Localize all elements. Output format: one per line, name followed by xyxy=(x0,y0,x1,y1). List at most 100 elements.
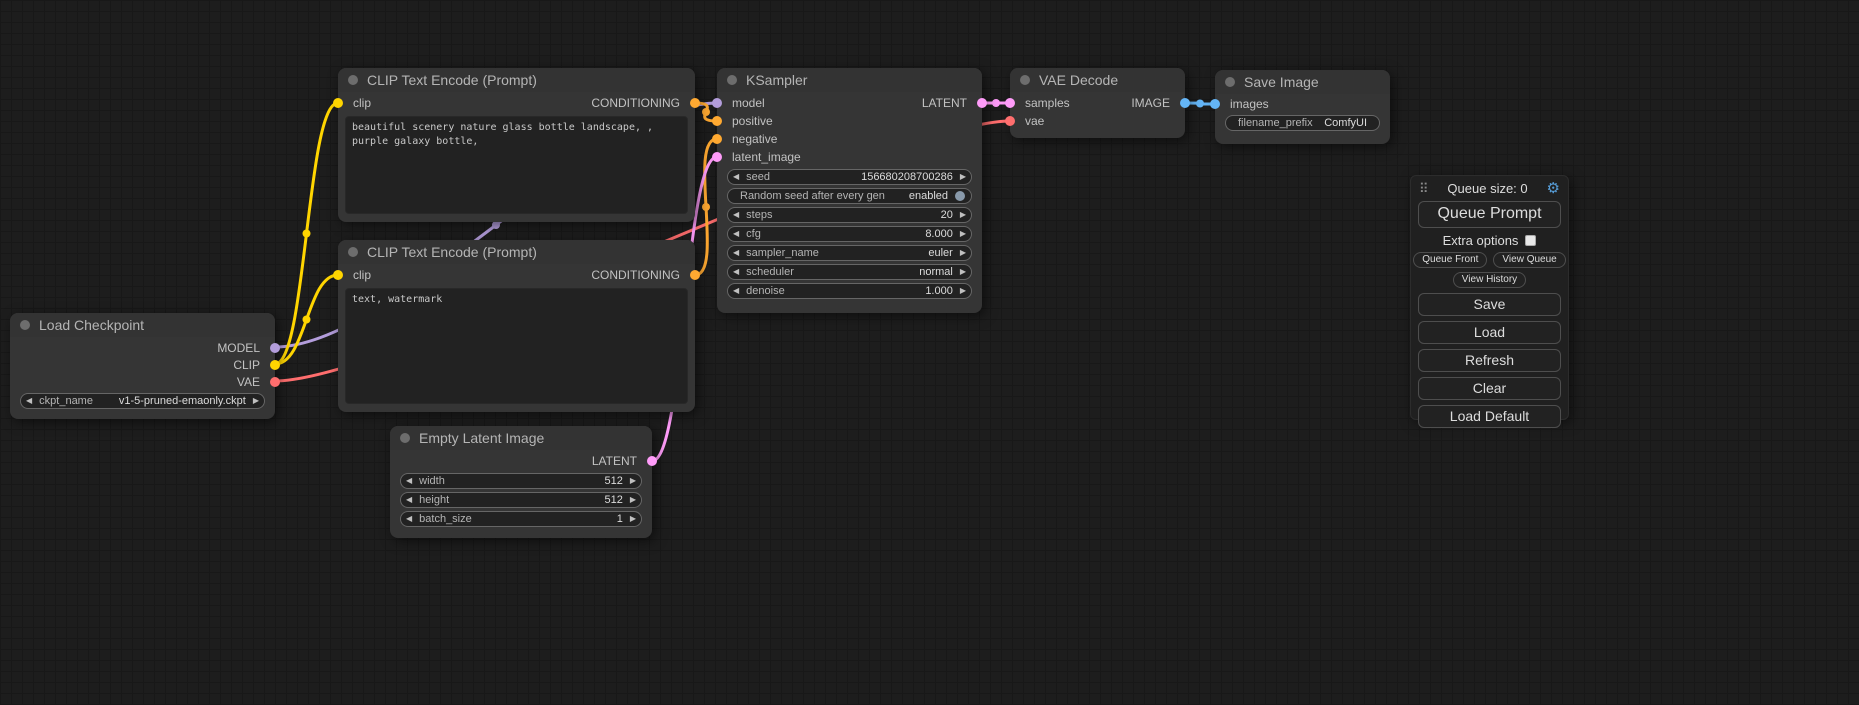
port-conditioning-output[interactable] xyxy=(690,98,700,108)
increment-arrow-icon[interactable]: ▶ xyxy=(630,496,636,504)
increment-arrow-icon[interactable]: ▶ xyxy=(960,211,966,219)
wire-midpoint-dot xyxy=(303,316,311,324)
io-row-clip-conditioning: clip CONDITIONING xyxy=(338,94,695,112)
port-samples-input[interactable] xyxy=(1005,98,1015,108)
collapse-dot-icon[interactable] xyxy=(20,320,30,330)
positive-prompt-textarea[interactable]: beautiful scenery nature glass bottle la… xyxy=(345,116,688,214)
node-clip-text-encode-positive[interactable]: CLIP Text Encode (Prompt) clip CONDITION… xyxy=(338,68,695,222)
node-empty-latent-image[interactable]: Empty Latent Image LATENT ◀ width 512 ▶ … xyxy=(390,426,652,538)
port-model-output[interactable] xyxy=(270,343,280,353)
node-title-bar[interactable]: Load Checkpoint xyxy=(10,313,275,337)
node-title-bar[interactable]: Empty Latent Image xyxy=(390,426,652,450)
clear-button[interactable]: Clear xyxy=(1418,377,1561,400)
decrement-arrow-icon[interactable]: ◀ xyxy=(406,515,412,523)
decrement-arrow-icon[interactable]: ◀ xyxy=(733,268,739,276)
increment-arrow-icon[interactable]: ▶ xyxy=(630,515,636,523)
node-title-bar[interactable]: Save Image xyxy=(1215,70,1390,94)
port-clip-output[interactable] xyxy=(270,360,280,370)
queue-front-button[interactable]: Queue Front xyxy=(1413,252,1487,268)
port-vae-input[interactable] xyxy=(1005,116,1015,126)
increment-arrow-icon[interactable]: ▶ xyxy=(960,230,966,238)
load-default-button[interactable]: Load Default xyxy=(1418,405,1561,428)
port-positive-input[interactable] xyxy=(712,116,722,126)
node-title: CLIP Text Encode (Prompt) xyxy=(367,244,537,260)
node-ksampler[interactable]: KSampler model LATENT positive negative … xyxy=(717,68,982,313)
port-clip-input[interactable] xyxy=(333,98,343,108)
widget-cfg[interactable]: ◀ cfg 8.000 ▶ xyxy=(727,226,972,242)
widget-batch-size[interactable]: ◀ batch_size 1 ▶ xyxy=(400,511,642,527)
port-conditioning-output[interactable] xyxy=(690,270,700,280)
increment-arrow-icon[interactable]: ▶ xyxy=(960,173,966,181)
node-title-bar[interactable]: CLIP Text Encode (Prompt) xyxy=(338,240,695,264)
output-row-clip: CLIP xyxy=(10,356,275,373)
widget-steps[interactable]: ◀ steps 20 ▶ xyxy=(727,207,972,223)
widget-width[interactable]: ◀ width 512 ▶ xyxy=(400,473,642,489)
collapse-dot-icon[interactable] xyxy=(1020,75,1030,85)
decrement-arrow-icon[interactable]: ◀ xyxy=(733,249,739,257)
port-negative-input[interactable] xyxy=(712,134,722,144)
collapse-dot-icon[interactable] xyxy=(348,247,358,257)
extra-options-row: Extra options xyxy=(1411,233,1568,248)
widget-ckpt-name[interactable]: ◀ ckpt_name v1-5-pruned-emaonly.ckpt ▶ xyxy=(20,393,265,409)
port-model-input[interactable] xyxy=(712,98,722,108)
node-save-image[interactable]: Save Image images filename_prefix ComfyU… xyxy=(1215,70,1390,144)
save-button[interactable]: Save xyxy=(1418,293,1561,316)
increment-arrow-icon[interactable]: ▶ xyxy=(960,249,966,257)
decrement-arrow-icon[interactable]: ◀ xyxy=(406,477,412,485)
output-row-vae: VAE xyxy=(10,373,275,390)
extra-options-checkbox[interactable] xyxy=(1525,235,1536,246)
port-latent-output[interactable] xyxy=(647,456,657,466)
widget-height[interactable]: ◀ height 512 ▶ xyxy=(400,492,642,508)
decrement-arrow-icon[interactable]: ◀ xyxy=(733,173,739,181)
port-image-output[interactable] xyxy=(1180,98,1190,108)
node-load-checkpoint[interactable]: Load Checkpoint MODEL CLIP VAE ◀ ckpt_na… xyxy=(10,313,275,419)
menu-header: ⠿ Queue size: 0 ⚙ xyxy=(1411,176,1568,197)
decrement-arrow-icon[interactable]: ◀ xyxy=(733,287,739,295)
decrement-arrow-icon[interactable]: ◀ xyxy=(406,496,412,504)
port-vae-output[interactable] xyxy=(270,377,280,387)
widget-denoise[interactable]: ◀ denoise 1.000 ▶ xyxy=(727,283,972,299)
collapse-dot-icon[interactable] xyxy=(727,75,737,85)
widget-value: 156680208700286 xyxy=(861,171,953,183)
decrement-arrow-icon[interactable]: ◀ xyxy=(733,211,739,219)
view-history-button[interactable]: View History xyxy=(1453,272,1526,288)
queue-prompt-button[interactable]: Queue Prompt xyxy=(1418,201,1561,228)
collapse-dot-icon[interactable] xyxy=(348,75,358,85)
widget-filename-prefix[interactable]: filename_prefix ComfyUI xyxy=(1225,115,1380,131)
decrement-arrow-icon[interactable]: ◀ xyxy=(26,397,32,405)
drag-handle-icon[interactable]: ⠿ xyxy=(1419,182,1429,195)
increment-arrow-icon[interactable]: ▶ xyxy=(960,287,966,295)
negative-prompt-textarea[interactable]: text, watermark xyxy=(345,288,688,404)
increment-arrow-icon[interactable]: ▶ xyxy=(253,397,259,405)
port-clip-input[interactable] xyxy=(333,270,343,280)
widget-label: height xyxy=(419,494,449,506)
settings-gear-icon[interactable]: ⚙ xyxy=(1547,181,1560,196)
widget-value: 1 xyxy=(617,513,623,525)
node-vae-decode[interactable]: VAE Decode samples IMAGE vae xyxy=(1010,68,1185,138)
widget-label: scheduler xyxy=(746,266,794,278)
widget-value: 512 xyxy=(604,475,622,487)
increment-arrow-icon[interactable]: ▶ xyxy=(630,477,636,485)
port-label-clip: clip xyxy=(353,96,371,110)
widget-seed[interactable]: ◀ seed 156680208700286 ▶ xyxy=(727,169,972,185)
widget-random-seed-toggle[interactable]: Random seed after every gen enabled xyxy=(727,188,972,204)
port-images-input[interactable] xyxy=(1210,99,1220,109)
node-clip-text-encode-negative[interactable]: CLIP Text Encode (Prompt) clip CONDITION… xyxy=(338,240,695,412)
toggle-on-icon[interactable] xyxy=(955,191,965,201)
load-button[interactable]: Load xyxy=(1418,321,1561,344)
refresh-button[interactable]: Refresh xyxy=(1418,349,1561,372)
decrement-arrow-icon[interactable]: ◀ xyxy=(733,230,739,238)
collapse-dot-icon[interactable] xyxy=(1225,77,1235,87)
port-latent-output[interactable] xyxy=(977,98,987,108)
node-title-bar[interactable]: VAE Decode xyxy=(1010,68,1185,92)
collapse-dot-icon[interactable] xyxy=(400,433,410,443)
port-latent-image-input[interactable] xyxy=(712,152,722,162)
node-title-bar[interactable]: CLIP Text Encode (Prompt) xyxy=(338,68,695,92)
widget-sampler-name[interactable]: ◀ sampler_name euler ▶ xyxy=(727,245,972,261)
node-title-bar[interactable]: KSampler xyxy=(717,68,982,92)
widget-scheduler[interactable]: ◀ scheduler normal ▶ xyxy=(727,264,972,280)
increment-arrow-icon[interactable]: ▶ xyxy=(960,268,966,276)
view-queue-button[interactable]: View Queue xyxy=(1493,252,1565,268)
wire-midpoint-dot xyxy=(702,203,710,211)
port-label-model: model xyxy=(732,96,765,110)
